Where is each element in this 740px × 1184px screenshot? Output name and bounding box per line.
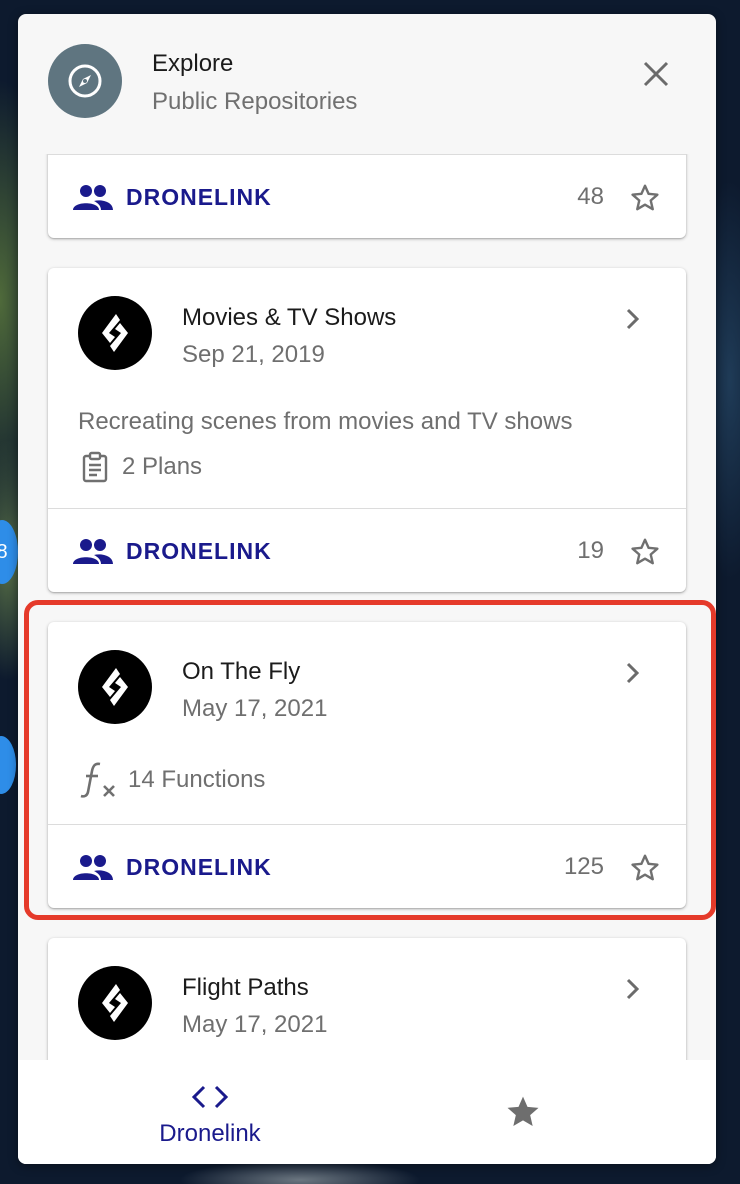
chevron-right-icon[interactable] bbox=[620, 306, 646, 332]
repository-list[interactable]: DRONELINK 48 Movies & TV Shows Sep 21, 2… bbox=[18, 154, 716, 1060]
explore-panel: Explore Public Repositories DRONELINK 48… bbox=[18, 14, 716, 1164]
star-button[interactable] bbox=[626, 849, 664, 887]
repository-card[interactable]: Flight Paths May 17, 2021 bbox=[48, 938, 686, 1060]
card-footer: DRONELINK 125 bbox=[48, 824, 686, 908]
star-outline-icon bbox=[631, 184, 659, 211]
card-footer: DRONELINK 48 bbox=[48, 154, 686, 238]
chevron-right-icon[interactable] bbox=[620, 660, 646, 686]
repository-card: DRONELINK 48 bbox=[48, 154, 686, 238]
panel-header: Explore Public Repositories bbox=[18, 14, 716, 154]
owner-link[interactable]: DRONELINK bbox=[72, 155, 272, 239]
owner-link[interactable]: DRONELINK bbox=[72, 825, 272, 909]
star-button[interactable] bbox=[626, 533, 664, 571]
close-icon bbox=[643, 61, 669, 87]
clipboard-icon bbox=[82, 451, 108, 483]
repository-card[interactable]: On The Fly May 17, 2021 14 Functions DRO… bbox=[48, 622, 686, 908]
tab-dronelink[interactable]: Dronelink bbox=[138, 1060, 282, 1164]
owner-link[interactable]: DRONELINK bbox=[72, 509, 272, 593]
star-filled-icon bbox=[507, 1096, 539, 1126]
dronelink-logo-icon bbox=[78, 650, 152, 724]
repository-title: On The Fly bbox=[182, 658, 301, 685]
compass-icon bbox=[48, 44, 122, 118]
code-icon bbox=[191, 1085, 229, 1109]
group-icon bbox=[73, 855, 113, 880]
group-icon bbox=[73, 185, 113, 210]
map-marker[interactable]: 8 bbox=[0, 520, 18, 584]
star-outline-icon bbox=[631, 538, 659, 565]
star-count: 19 bbox=[577, 537, 604, 564]
repository-title: Flight Paths bbox=[182, 974, 309, 1001]
owner-name: DRONELINK bbox=[126, 183, 272, 210]
bottom-navigation: Dronelink bbox=[18, 1060, 716, 1164]
tab-label: Dronelink bbox=[159, 1120, 261, 1147]
repository-date: May 17, 2021 bbox=[182, 695, 328, 722]
group-icon bbox=[73, 539, 113, 564]
repository-description: Recreating scenes from movies and TV sho… bbox=[78, 408, 573, 435]
repository-title: Movies & TV Shows bbox=[182, 304, 397, 331]
star-button[interactable] bbox=[626, 179, 664, 217]
close-button[interactable] bbox=[632, 54, 680, 94]
dronelink-logo-icon bbox=[78, 296, 152, 370]
repository-date: Sep 21, 2019 bbox=[182, 341, 325, 368]
map-marker[interactable] bbox=[0, 736, 16, 794]
tab-starred[interactable] bbox=[488, 1060, 558, 1164]
star-outline-icon bbox=[631, 854, 659, 881]
chevron-right-icon[interactable] bbox=[620, 976, 646, 1002]
repository-meta: 14 Functions bbox=[78, 760, 265, 800]
repository-date: May 17, 2021 bbox=[182, 1011, 328, 1038]
owner-name: DRONELINK bbox=[126, 853, 272, 880]
page-subtitle: Public Repositories bbox=[152, 88, 358, 115]
page-title: Explore bbox=[152, 50, 234, 77]
owner-name: DRONELINK bbox=[126, 537, 272, 564]
repository-card[interactable]: Movies & TV Shows Sep 21, 2019 Recreatin… bbox=[48, 268, 686, 592]
meta-text: 14 Functions bbox=[128, 766, 266, 793]
card-footer: DRONELINK 19 bbox=[48, 508, 686, 592]
star-count: 125 bbox=[563, 853, 604, 880]
map-marker-label: 8 bbox=[0, 540, 8, 563]
function-icon bbox=[80, 762, 115, 798]
dronelink-logo-icon bbox=[78, 966, 152, 1040]
repository-meta: 2 Plans bbox=[78, 450, 202, 484]
meta-text: 2 Plans bbox=[122, 453, 203, 480]
star-count: 48 bbox=[577, 183, 604, 210]
